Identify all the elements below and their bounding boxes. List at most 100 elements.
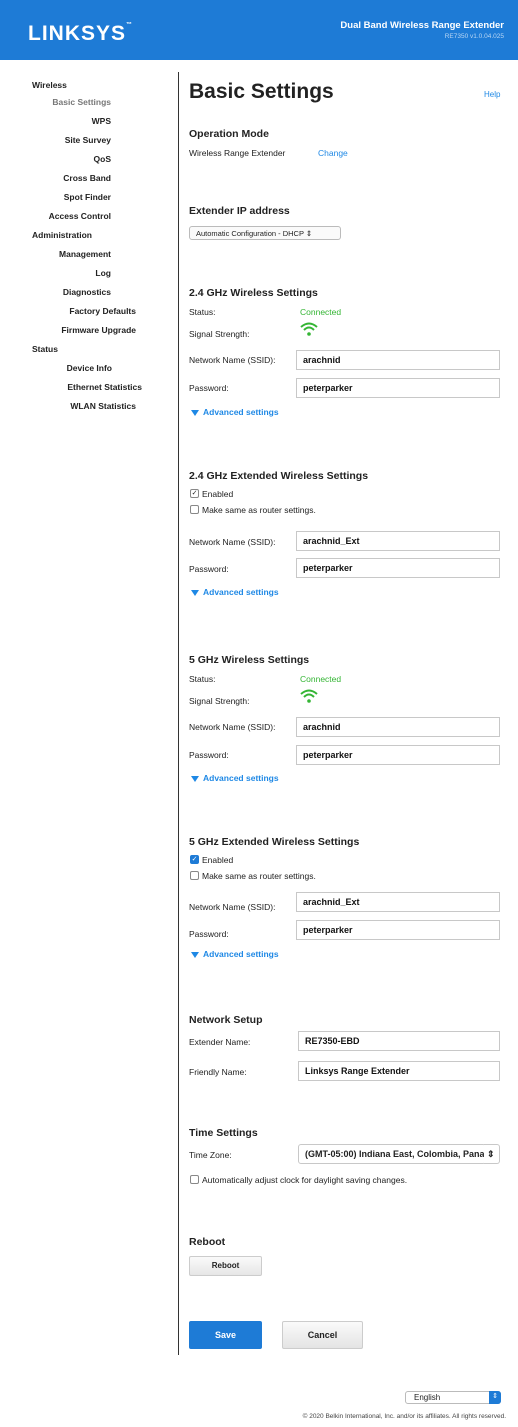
wl24ext-advanced-label: Advanced settings — [203, 587, 279, 597]
ip-config-selected: Automatic Configuration - DHCP — [196, 229, 304, 238]
wl24-ssid-input[interactable]: arachnid — [296, 350, 500, 370]
select-updown-icon: ⇕ — [305, 229, 313, 238]
language-selected: English — [414, 1393, 441, 1402]
model-version: RE7350 v1.0.04.025 — [444, 33, 504, 40]
network-setup-heading: Network Setup — [189, 1014, 263, 1026]
sidebar-item-factory-defaults[interactable]: Factory Defaults — [0, 306, 136, 316]
sidebar-item-firmware-upgrade[interactable]: Firmware Upgrade — [0, 325, 136, 335]
wl24-advanced-label: Advanced settings — [203, 407, 279, 417]
header-bar: LINKSYS™ Dual Band Wireless Range Extend… — [0, 0, 518, 60]
wl24-heading: 2.4 GHz Wireless Settings — [189, 287, 318, 299]
wl5-advanced-link[interactable]: Advanced settings — [191, 773, 279, 783]
wl24ext-enabled-checkbox[interactable]: ✓ — [190, 489, 199, 498]
brand-text: LINKSYS — [28, 22, 127, 45]
wl24ext-advanced-link[interactable]: Advanced settings — [191, 587, 279, 597]
wl5-ssid-input[interactable]: arachnid — [296, 717, 500, 737]
friendly-name-label: Friendly Name: — [189, 1067, 247, 1077]
wl24ext-ssid-label: Network Name (SSID): — [189, 537, 276, 547]
page-title: Basic Settings — [189, 80, 334, 103]
wl24-password-input[interactable]: peterparker — [296, 378, 500, 398]
product-title: Dual Band Wireless Range Extender — [340, 20, 504, 31]
reboot-button[interactable]: Reboot — [189, 1256, 262, 1276]
sidebar-group-wireless[interactable]: Wireless — [32, 80, 67, 90]
wl24ext-same-label: Make same as router settings. — [202, 505, 316, 515]
dst-label: Automatically adjust clock for daylight … — [202, 1175, 408, 1185]
wl5ext-same-label: Make same as router settings. — [202, 871, 316, 881]
sidebar-item-access-control[interactable]: Access Control — [0, 211, 111, 221]
wl5-status-value: Connected — [300, 674, 342, 684]
wl24-status-value: Connected — [300, 307, 342, 317]
sidebar-divider — [178, 72, 179, 1355]
wl5ext-ssid-label: Network Name (SSID): — [189, 902, 276, 912]
save-button[interactable]: Save — [189, 1321, 262, 1349]
cancel-button[interactable]: Cancel — [282, 1321, 363, 1349]
wifi-signal-icon — [300, 689, 318, 703]
wl5-password-input[interactable]: peterparker — [296, 745, 500, 765]
extender-ip-heading: Extender IP address — [189, 205, 290, 217]
sidebar-group-status[interactable]: Status — [32, 344, 58, 354]
sidebar-item-ethernet-statistics[interactable]: Ethernet Statistics — [0, 382, 142, 392]
sidebar-item-wlan-statistics[interactable]: WLAN Statistics — [0, 401, 136, 411]
wl24ext-ssid-input[interactable]: arachnid_Ext — [296, 531, 500, 551]
linksys-logo: LINKSYS™ — [28, 22, 133, 46]
wl24-advanced-link[interactable]: Advanced settings — [191, 407, 279, 417]
operation-mode-heading: Operation Mode — [189, 128, 269, 140]
wl5-heading: 5 GHz Wireless Settings — [189, 654, 310, 666]
copyright-text: © 2020 Belkin International, Inc. and/or… — [302, 1413, 506, 1420]
ip-config-select[interactable]: Automatic Configuration - DHCP ⇕ — [189, 226, 341, 240]
help-link[interactable]: Help — [484, 90, 500, 99]
sidebar-item-site-survey[interactable]: Site Survey — [0, 135, 111, 145]
sidebar-group-administration[interactable]: Administration — [32, 230, 92, 240]
wl5ext-password-label: Password: — [189, 929, 229, 939]
wl5-password-label: Password: — [189, 750, 229, 760]
sidebar-item-qos[interactable]: QoS — [0, 154, 111, 164]
wl24-password-label: Password: — [189, 383, 229, 393]
operation-mode-value: Wireless Range Extender — [189, 148, 286, 158]
friendly-name-input[interactable]: Linksys Range Extender — [298, 1061, 500, 1081]
wl5ext-advanced-label: Advanced settings — [203, 949, 279, 959]
wl5-signal-label: Signal Strength: — [189, 696, 250, 706]
time-zone-select[interactable]: (GMT-05:00) Indiana East, Colombia, Pana… — [298, 1144, 486, 1164]
expand-triangle-icon — [191, 951, 199, 958]
wl24ext-password-input[interactable]: peterparker — [296, 558, 500, 578]
language-select[interactable]: English ⇕ — [405, 1391, 501, 1404]
sidebar-item-diagnostics[interactable]: Diagnostics — [0, 287, 111, 297]
sidebar-item-management[interactable]: Management — [0, 249, 111, 259]
wl5ext-ssid-input[interactable]: arachnid_Ext — [296, 892, 500, 912]
wl5-advanced-label: Advanced settings — [203, 773, 279, 783]
sidebar-item-log[interactable]: Log — [0, 268, 111, 278]
extender-name-input[interactable]: RE7350-EBD — [298, 1031, 500, 1051]
sidebar-item-wps[interactable]: WPS — [0, 116, 111, 126]
wl5ext-password-input[interactable]: peterparker — [296, 920, 500, 940]
wl5-ssid-label: Network Name (SSID): — [189, 722, 276, 732]
wl5ext-same-checkbox[interactable] — [190, 871, 199, 880]
sidebar-item-cross-band[interactable]: Cross Band — [0, 173, 111, 183]
time-zone-label: Time Zone: — [189, 1150, 232, 1160]
reboot-heading: Reboot — [189, 1236, 226, 1248]
wl24-status-label: Status: — [189, 307, 216, 317]
operation-mode-change-link[interactable]: Change — [318, 148, 348, 158]
expand-triangle-icon — [191, 775, 199, 782]
sidebar-item-device-info[interactable]: Device Info — [0, 363, 112, 373]
wl24ext-same-checkbox[interactable] — [190, 505, 199, 514]
time-settings-heading: Time Settings — [189, 1127, 258, 1139]
wl5ext-enabled-checkbox[interactable]: ✓ — [190, 855, 199, 864]
expand-triangle-icon — [191, 409, 199, 416]
wl5ext-advanced-link[interactable]: Advanced settings — [191, 949, 279, 959]
select-updown-icon: ⇕ — [489, 1391, 501, 1404]
wl24ext-heading: 2.4 GHz Extended Wireless Settings — [189, 470, 369, 482]
expand-triangle-icon — [191, 589, 199, 596]
brand-trademark: ™ — [126, 22, 134, 28]
sidebar-item-spot-finder[interactable]: Spot Finder — [0, 192, 111, 202]
dst-checkbox[interactable] — [190, 1175, 199, 1184]
wl5-status-label: Status: — [189, 674, 216, 684]
wl24ext-password-label: Password: — [189, 564, 229, 574]
sidebar-item-basic-settings[interactable]: Basic Settings — [0, 97, 111, 107]
wl5ext-heading: 5 GHz Extended Wireless Settings — [189, 836, 360, 848]
wl5ext-enabled-label: Enabled — [202, 855, 234, 865]
time-zone-select-arrow-icon[interactable]: ⇕ — [484, 1144, 500, 1164]
wl24-ssid-label: Network Name (SSID): — [189, 355, 276, 365]
wifi-signal-icon — [300, 322, 318, 336]
wl24ext-enabled-label: Enabled — [202, 489, 234, 499]
wl24-signal-label: Signal Strength: — [189, 329, 250, 339]
